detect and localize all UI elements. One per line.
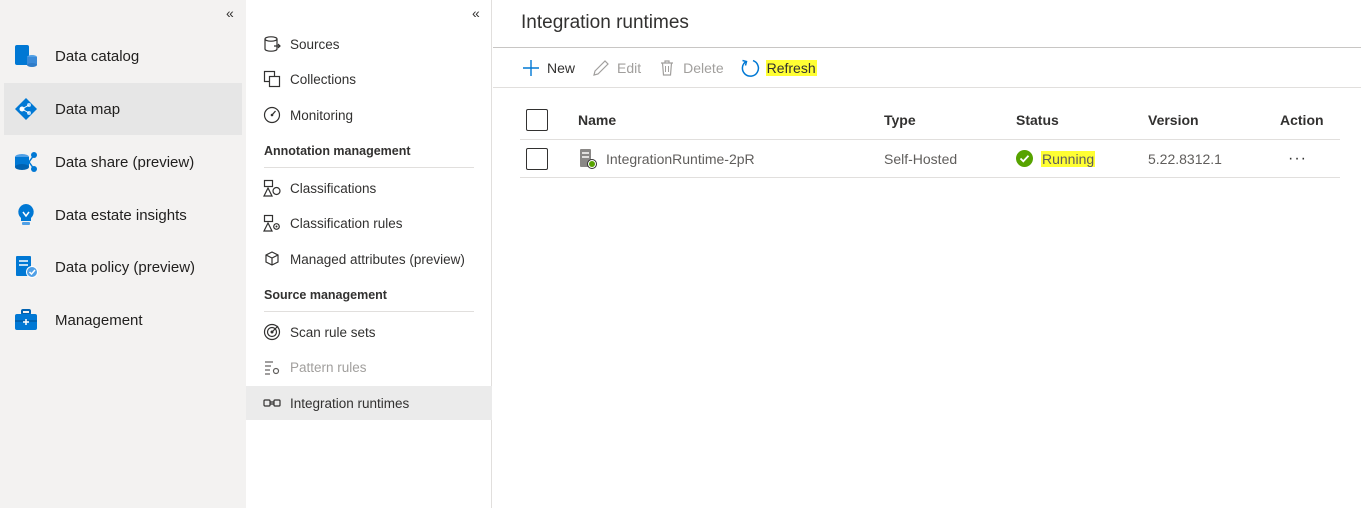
managed-attributes-icon — [262, 249, 282, 269]
edit-button-label: Edit — [617, 60, 642, 76]
pattern-rules-icon — [262, 357, 282, 377]
runtime-version: 5.22.8312.1 — [1148, 150, 1222, 167]
new-button[interactable]: New — [521, 58, 575, 78]
sub-nav-integration-runtimes[interactable]: Integration runtimes — [246, 386, 492, 420]
data-catalog-icon — [12, 42, 40, 70]
self-hosted-runtime-icon — [578, 148, 598, 170]
sub-nav-label: Collections — [290, 71, 357, 87]
scan-rule-sets-icon — [262, 322, 282, 342]
sub-nav-label: Scan rule sets — [290, 324, 376, 340]
nav-item-data-catalog[interactable]: Data catalog — [4, 30, 242, 82]
refresh-icon — [740, 58, 760, 78]
edit-button[interactable]: Edit — [591, 58, 641, 78]
insights-icon — [12, 201, 40, 229]
delete-button[interactable]: Delete — [657, 58, 724, 78]
sub-nav-label: Classifications — [290, 180, 377, 196]
plus-icon — [521, 58, 541, 78]
status-text: Running — [1041, 150, 1096, 167]
nav-item-label: Data policy (preview) — [55, 258, 196, 276]
main-content: Integration runtimes New Edit Delete Ref… — [493, 0, 1361, 508]
data-map-icon — [12, 95, 40, 123]
nav-item-data-estate-insights[interactable]: Data estate insights — [4, 189, 242, 241]
more-actions-button[interactable]: ··· — [1288, 150, 1307, 168]
sub-nav-pattern-rules[interactable]: Pattern rules — [246, 350, 492, 384]
sources-icon — [262, 34, 282, 54]
runtime-status: Running — [1016, 140, 1096, 177]
sub-nav-collections[interactable]: Collections — [246, 62, 492, 96]
refresh-button-label: Refresh — [765, 60, 817, 76]
nav-item-management[interactable]: Management — [4, 294, 242, 346]
column-header-status[interactable]: Status — [1016, 100, 1059, 139]
column-header-action: Action — [1280, 111, 1324, 128]
annotation-management-header: Annotation management — [264, 144, 474, 168]
data-share-icon — [12, 148, 40, 176]
sub-nav-sources[interactable]: Sources — [246, 27, 492, 61]
collections-icon — [262, 69, 282, 89]
sub-nav-label: Classification rules — [290, 215, 403, 231]
command-bar: New Edit Delete Refresh — [521, 57, 833, 79]
runtime-type: Self-Hosted — [884, 150, 958, 167]
check-circle-icon — [1016, 150, 1033, 167]
sub-nav-label: Pattern rules — [290, 359, 367, 375]
refresh-button[interactable]: Refresh — [740, 58, 817, 78]
sub-nav-monitoring[interactable]: Monitoring — [246, 98, 492, 132]
column-header-version[interactable]: Version — [1148, 100, 1199, 139]
column-header-name[interactable]: Name — [578, 100, 616, 139]
nav-item-data-map[interactable]: Data map — [4, 83, 242, 135]
sub-nav-label: Monitoring — [290, 107, 354, 123]
nav-item-label: Data estate insights — [55, 206, 187, 224]
new-button-label: New — [547, 60, 576, 76]
page-title: Integration runtimes — [521, 12, 689, 33]
collapse-primary-nav-button[interactable]: « — [226, 6, 234, 20]
collapse-secondary-nav-button[interactable]: « — [472, 6, 480, 20]
management-icon — [12, 306, 40, 334]
runtime-name-link[interactable]: IntegrationRuntime-2pR — [606, 151, 755, 167]
data-policy-icon — [12, 253, 40, 281]
trash-icon — [657, 58, 677, 78]
sub-nav-label: Sources — [290, 36, 340, 52]
table-row[interactable]: IntegrationRuntime-2pR Self-Hosted Runni… — [520, 140, 1340, 178]
nav-item-label: Data share (preview) — [55, 153, 195, 171]
select-all-checkbox[interactable] — [526, 108, 548, 131]
classifications-icon — [262, 178, 282, 198]
sub-nav-managed-attributes[interactable]: Managed attributes (preview) — [246, 242, 492, 276]
sub-nav-scan-rule-sets[interactable]: Scan rule sets — [246, 315, 492, 349]
divider — [493, 47, 1361, 48]
nav-item-data-share[interactable]: Data share (preview) — [4, 136, 242, 188]
sub-nav-label: Integration runtimes — [290, 395, 410, 411]
pencil-icon — [591, 58, 611, 78]
secondary-nav: « Sources Collections Monitoring Annotat… — [246, 0, 492, 508]
nav-item-label: Management — [55, 311, 143, 329]
source-management-header: Source management — [264, 288, 474, 312]
integration-runtimes-icon — [262, 393, 282, 413]
monitoring-icon — [262, 105, 282, 125]
table-header-row: Name Type Status Version Action — [520, 100, 1340, 140]
nav-item-label: Data map — [55, 100, 121, 118]
row-checkbox[interactable] — [526, 147, 548, 170]
sub-nav-label: Managed attributes (preview) — [290, 251, 465, 267]
column-header-type[interactable]: Type — [884, 100, 916, 139]
sub-nav-classification-rules[interactable]: Classification rules — [246, 206, 492, 240]
divider — [493, 87, 1361, 88]
sub-nav-classifications[interactable]: Classifications — [246, 171, 492, 205]
nav-item-data-policy[interactable]: Data policy (preview) — [4, 241, 242, 293]
primary-nav: « Data catalog Data map Data share (prev… — [0, 0, 246, 508]
integration-runtimes-table: Name Type Status Version Action Integrat… — [520, 100, 1340, 178]
delete-button-label: Delete — [683, 60, 724, 76]
classification-rules-icon — [262, 213, 282, 233]
nav-item-label: Data catalog — [55, 47, 140, 65]
